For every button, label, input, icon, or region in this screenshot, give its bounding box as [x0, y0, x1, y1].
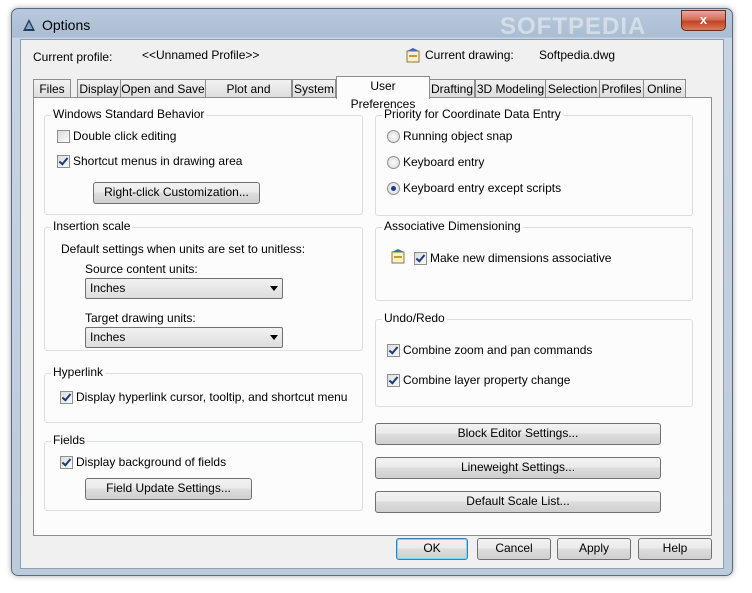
tab-selection[interactable]: Selection: [545, 79, 600, 98]
associative-dimensioning-title: Associative Dimensioning: [382, 219, 523, 233]
fields-title: Fields: [51, 433, 88, 447]
keyboard-entry-radio[interactable]: [387, 156, 400, 169]
watermark: SOFTPEDIA: [500, 13, 647, 40]
window-title: Options: [42, 17, 91, 33]
make-associative-checkbox[interactable]: [414, 252, 427, 265]
fields-background-checkbox[interactable]: [60, 456, 73, 469]
shortcut-menus-label: Shortcut menus in drawing area: [73, 154, 243, 168]
cancel-button[interactable]: Cancel: [477, 538, 551, 560]
fields-group: Fields Display background of fields Fiel…: [44, 433, 363, 511]
autocad-app-icon: [23, 19, 35, 31]
source-units-select[interactable]: Inches: [85, 278, 283, 299]
user-preferences-panel: Windows Standard Behavior Double click e…: [33, 97, 712, 536]
double-click-checkbox[interactable]: [57, 130, 70, 143]
target-units-value: Inches: [90, 330, 126, 344]
undo-redo-group: Undo/Redo Combine zoom and pan commands …: [375, 311, 693, 407]
keyboard-entry-except-scripts-label: Keyboard entry except scripts: [403, 181, 562, 195]
coordinate-priority-group: Priority for Coordinate Data Entry Runni…: [375, 107, 693, 216]
block-editor-settings-button[interactable]: Block Editor Settings...: [375, 423, 661, 445]
running-object-snap-radio[interactable]: [387, 130, 400, 143]
make-associative-label: Make new dimensions associative: [430, 251, 612, 265]
tab-user-preferences[interactable]: User Preferences: [336, 76, 430, 111]
fields-background-label: Display background of fields: [76, 455, 227, 469]
target-units-select[interactable]: Inches: [85, 327, 283, 348]
double-click-label: Double click editing: [73, 129, 177, 143]
current-drawing-label: Current drawing:: [425, 48, 514, 62]
help-button[interactable]: Help: [638, 538, 712, 560]
combine-zoom-label: Combine zoom and pan commands: [403, 343, 593, 357]
display-hyperlink-checkbox[interactable]: [60, 391, 73, 404]
keyboard-entry-label: Keyboard entry: [403, 155, 485, 169]
hyperlink-group: Hyperlink Display hyperlink cursor, tool…: [44, 365, 363, 423]
hyperlink-title: Hyperlink: [51, 365, 106, 379]
combine-layer-label: Combine layer property change: [403, 373, 571, 387]
display-hyperlink-label: Display hyperlink cursor, tooltip, and s…: [76, 390, 348, 404]
title-bar[interactable]: Options SOFTPEDIA x: [12, 9, 732, 40]
insertion-scale-title: Insertion scale: [51, 219, 133, 233]
associative-dimensioning-group: Associative Dimensioning Make new dimens…: [375, 219, 693, 301]
tab-3d-modeling[interactable]: 3D Modeling: [475, 79, 546, 98]
current-profile-label: Current profile:: [33, 50, 113, 64]
options-window: Options SOFTPEDIA x Current profile: <<U…: [11, 8, 733, 576]
tab-drafting[interactable]: Drafting: [429, 79, 475, 98]
field-update-settings-button[interactable]: Field Update Settings...: [85, 478, 252, 500]
tab-open-and-save[interactable]: Open and Save: [120, 79, 206, 98]
ok-button[interactable]: OK: [396, 538, 468, 560]
undo-redo-title: Undo/Redo: [382, 311, 447, 325]
tab-display[interactable]: Display: [77, 79, 121, 98]
dialog-client: Current profile: <<Unnamed Profile>> Cur…: [20, 39, 724, 569]
drawing-file-icon: [406, 48, 420, 63]
close-button[interactable]: x: [681, 10, 726, 31]
windows-behavior-group: Windows Standard Behavior Double click e…: [44, 107, 363, 215]
target-units-label: Target drawing units:: [85, 311, 196, 325]
right-click-customization-button[interactable]: Right-click Customization...: [93, 182, 260, 204]
tab-system[interactable]: System: [292, 79, 336, 98]
running-object-snap-label: Running object snap: [403, 129, 513, 143]
current-profile-value: <<Unnamed Profile>>: [142, 48, 260, 62]
apply-button[interactable]: Apply: [557, 538, 631, 560]
source-units-label: Source content units:: [85, 262, 198, 276]
current-drawing-value: Softpedia.dwg: [539, 48, 616, 62]
windows-behavior-title: Windows Standard Behavior: [51, 107, 207, 121]
combine-zoom-checkbox[interactable]: [387, 344, 400, 357]
dimension-icon: [391, 249, 405, 264]
unitless-description: Default settings when units are set to u…: [61, 242, 306, 256]
tab-profiles[interactable]: Profiles: [599, 79, 644, 98]
combine-layer-checkbox[interactable]: [387, 374, 400, 387]
insertion-scale-group: Insertion scale Default settings when un…: [44, 219, 363, 351]
chevron-down-icon: [270, 286, 278, 291]
chevron-down-icon: [270, 335, 278, 340]
lineweight-settings-button[interactable]: Lineweight Settings...: [375, 457, 661, 479]
default-scale-list-button[interactable]: Default Scale List...: [375, 491, 661, 513]
source-units-value: Inches: [90, 281, 126, 295]
tab-plot-and-publish[interactable]: Plot and Publish: [205, 79, 292, 114]
tab-files[interactable]: Files: [33, 79, 71, 98]
keyboard-entry-except-scripts-radio[interactable]: [387, 182, 400, 195]
tab-online[interactable]: Online: [643, 79, 686, 98]
shortcut-menus-checkbox[interactable]: [57, 155, 70, 168]
